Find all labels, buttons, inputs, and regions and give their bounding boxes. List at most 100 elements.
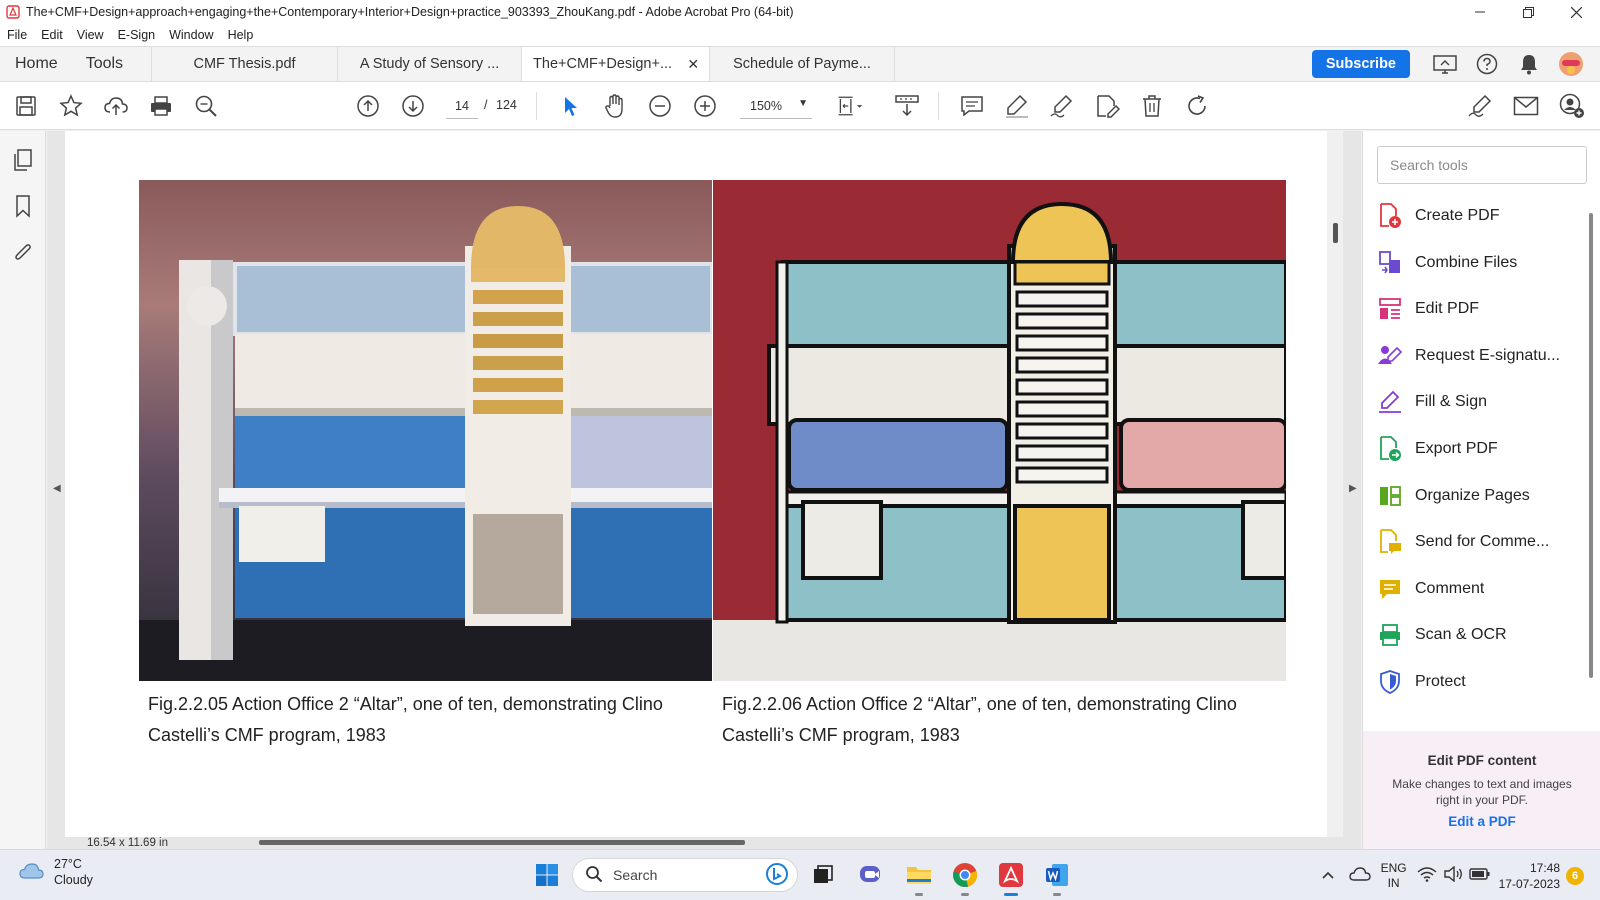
menu-file[interactable]: File — [7, 28, 27, 42]
delete-trash-icon[interactable] — [1138, 92, 1166, 120]
taskbar-search-box[interactable]: Search — [572, 858, 798, 892]
zoom-select[interactable]: 150% ▼ — [740, 93, 812, 119]
page-thumbnails-icon[interactable] — [10, 147, 36, 173]
acrobat-taskbar-icon[interactable] — [996, 860, 1026, 896]
page-number-input[interactable] — [446, 93, 478, 119]
tab-bar: Home Tools CMF Thesis.pdf A Study of Sen… — [0, 46, 1600, 82]
avatar[interactable] — [1557, 50, 1585, 78]
zoom-out-icon[interactable] — [646, 92, 674, 120]
tool-item-edit-pdf[interactable]: Edit PDF — [1377, 289, 1587, 329]
tab-home[interactable]: Home — [0, 47, 72, 81]
zoom-in-icon[interactable] — [691, 92, 719, 120]
comment-icon — [1377, 576, 1403, 602]
clock-date: 17-07-2023 — [1498, 876, 1560, 891]
onedrive-cloud-icon[interactable] — [1348, 866, 1371, 885]
share-user-icon[interactable] — [1558, 92, 1586, 120]
windows-taskbar: 27°C Cloudy Search ENG IN 17:48 17-07-2023 … — [0, 849, 1600, 900]
chrome-icon[interactable] — [950, 860, 980, 896]
teams-chat-icon[interactable] — [856, 860, 886, 890]
esign-link-icon[interactable] — [1466, 92, 1494, 120]
doc-tab-cmf-thesis[interactable]: CMF Thesis.pdf — [151, 47, 337, 81]
bookmark-icon[interactable] — [10, 193, 36, 219]
share-screen-icon[interactable] — [1431, 50, 1459, 78]
help-icon[interactable] — [1473, 50, 1501, 78]
file-explorer-icon[interactable] — [904, 860, 934, 896]
scroll-mode-icon[interactable] — [893, 92, 921, 120]
rotate-icon[interactable] — [1183, 92, 1211, 120]
email-envelope-icon[interactable] — [1512, 92, 1540, 120]
tool-item-organize-pages[interactable]: Organize Pages — [1377, 476, 1587, 516]
select-cursor-icon[interactable] — [556, 92, 584, 120]
chevron-up-icon[interactable] — [1321, 868, 1335, 883]
search-tools-input[interactable] — [1377, 146, 1587, 184]
page-fit-icon[interactable] — [836, 92, 864, 120]
tool-item-comment[interactable]: Comment — [1377, 569, 1587, 609]
edit-pdf-tool-icon[interactable] — [1093, 92, 1121, 120]
title-bar: The+CMF+Design+approach+engaging+the+Con… — [0, 0, 1600, 24]
tool-item-fill-sign[interactable]: Fill & Sign — [1377, 382, 1587, 422]
menu-view[interactable]: View — [77, 28, 104, 42]
menu-esign[interactable]: E-Sign — [118, 28, 156, 42]
collapse-right-panel-icon[interactable]: ▶ — [1349, 483, 1357, 494]
menu-help[interactable]: Help — [228, 28, 254, 42]
upload-cloud-icon[interactable] — [102, 92, 130, 120]
doc-tab-label: CMF Thesis.pdf — [193, 56, 296, 72]
tool-item-label: Organize Pages — [1415, 486, 1530, 504]
battery-icon[interactable] — [1468, 867, 1491, 884]
tool-item-send-comment[interactable]: Send for Comme... — [1377, 522, 1587, 562]
tool-item-scan-ocr[interactable]: Scan & OCR — [1377, 615, 1587, 655]
tool-item-label: Export PDF — [1415, 440, 1498, 457]
menu-bar: File Edit View E-Sign Window Help — [0, 24, 1600, 46]
vertical-scrollbar-thumb[interactable] — [1333, 223, 1338, 243]
save-icon[interactable] — [12, 92, 40, 120]
subscribe-button[interactable]: Subscribe — [1311, 50, 1410, 78]
horizontal-scrollbar-thumb[interactable] — [259, 840, 745, 845]
windows-start-icon[interactable] — [532, 860, 562, 890]
comment-tool-icon[interactable] — [958, 92, 986, 120]
volume-icon[interactable] — [1443, 865, 1463, 885]
print-icon[interactable] — [147, 92, 175, 120]
protect-icon — [1377, 669, 1403, 695]
tab-tools[interactable]: Tools — [72, 47, 151, 81]
hand-tool-icon[interactable] — [601, 92, 629, 120]
notifications-bell-icon[interactable] — [1515, 50, 1543, 78]
tool-item-create-pdf[interactable]: Create PDF — [1377, 196, 1587, 236]
chevron-down-icon: ▼ — [798, 98, 808, 109]
running-indicator — [1053, 893, 1061, 896]
word-icon[interactable] — [1042, 860, 1072, 896]
system-clock[interactable]: 17:48 17-07-2023 — [1499, 860, 1560, 892]
previous-page-icon[interactable] — [354, 92, 382, 120]
minimize-button[interactable] — [1456, 0, 1504, 24]
tool-item-protect[interactable]: Protect — [1377, 662, 1587, 702]
weather-widget[interactable]: 27°C Cloudy — [18, 856, 93, 888]
menu-edit[interactable]: Edit — [41, 28, 63, 42]
edit-a-pdf-link[interactable]: Edit a PDF — [1363, 814, 1600, 829]
document-viewport[interactable]: ◀ Fig.2.2.05 Action Office 2 “Altar”, on… — [47, 131, 1361, 849]
next-page-icon[interactable] — [399, 92, 427, 120]
input-language[interactable]: ENG IN — [1381, 861, 1407, 891]
tool-item-combine-files[interactable]: Combine Files — [1377, 243, 1587, 283]
figure-caption-left: Fig.2.2.05 Action Office 2 “Altar”, one … — [148, 694, 663, 745]
tool-item-request-esign[interactable]: Request E-signatu... — [1377, 336, 1587, 376]
tool-item-label: Request E-signatu... — [1415, 346, 1560, 364]
wifi-icon[interactable] — [1417, 866, 1437, 885]
doc-tab-active[interactable]: The+CMF+Design+... ✕ — [521, 47, 710, 81]
star-icon[interactable] — [57, 92, 85, 120]
page-separator: / — [484, 98, 488, 112]
attachment-paperclip-icon[interactable] — [10, 239, 36, 265]
close-window-button[interactable] — [1552, 0, 1600, 24]
doc-tab-schedule[interactable]: Schedule of Payme... — [709, 47, 896, 81]
menu-window[interactable]: Window — [169, 28, 213, 42]
close-tab-icon[interactable]: ✕ — [687, 56, 699, 73]
tool-item-export-pdf[interactable]: Export PDF — [1377, 429, 1587, 469]
highlighter-icon[interactable] — [1003, 92, 1031, 120]
notification-count-badge[interactable]: 6 — [1566, 866, 1584, 885]
tools-panel-scrollbar[interactable] — [1589, 213, 1593, 678]
task-view-icon[interactable] — [808, 860, 838, 890]
doc-tab-sensory-study[interactable]: A Study of Sensory ... — [337, 47, 521, 81]
zoom-search-icon[interactable] — [192, 92, 220, 120]
tool-item-label: Comment — [1415, 579, 1485, 597]
collapse-left-panel-icon[interactable]: ◀ — [53, 483, 61, 494]
restore-button[interactable] — [1504, 0, 1552, 24]
sign-pen-icon[interactable] — [1048, 92, 1076, 120]
